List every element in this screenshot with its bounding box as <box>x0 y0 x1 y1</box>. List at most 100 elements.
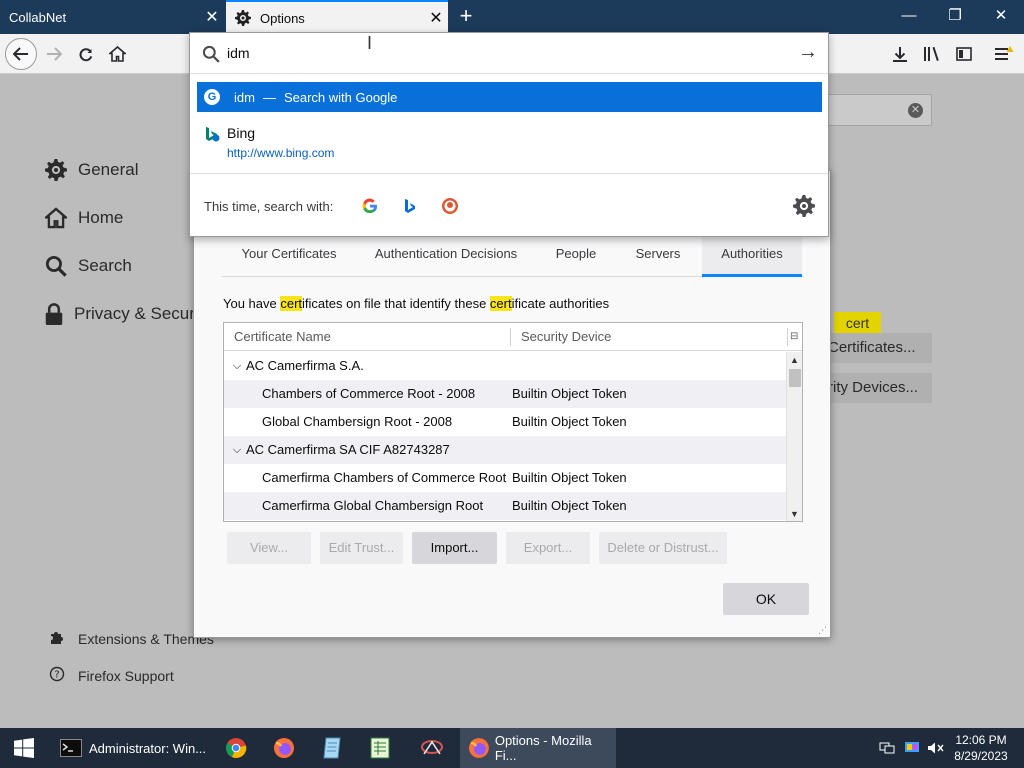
certificate-tree[interactable]: Certificate Name Security Device ⊟ ⌵ AC C… <box>223 322 803 522</box>
column-separator[interactable] <box>510 328 511 346</box>
sidebar-icon <box>956 47 972 61</box>
table-row[interactable]: Chambers of Commerce Root - 2008 Builtin … <box>224 380 786 408</box>
certificate-name-cell: Chambers of Commerce Root - 2008 <box>262 386 476 401</box>
go-arrow-icon[interactable]: → <box>798 41 818 64</box>
window-close-button[interactable]: ✕ <box>978 0 1024 34</box>
downloads-button[interactable] <box>886 40 914 68</box>
search-suggestion-bing[interactable]: Bing http://www.bing.com <box>204 123 804 165</box>
tab-authorities[interactable]: Authorities <box>702 235 802 277</box>
gear-icon <box>234 9 252 27</box>
security-device-cell: Builtin Object Token <box>512 386 627 401</box>
google-icon[interactable] <box>360 196 380 216</box>
reload-button[interactable] <box>72 40 100 68</box>
find-in-options-input[interactable]: ✕ <box>820 94 932 126</box>
column-picker-icon[interactable]: ⊟ <box>790 323 798 351</box>
table-row[interactable]: Camerfirma Chambers of Commerce Root Buil… <box>224 464 786 492</box>
tree-group-row[interactable]: ⌵ AC Camerfirma S.A. <box>224 352 786 380</box>
gear-icon[interactable] <box>793 195 815 217</box>
notepad-icon <box>323 737 341 759</box>
volume-muted-icon[interactable] <box>926 728 946 768</box>
column-security-device[interactable]: Security Device <box>521 323 611 351</box>
sidebar-item-home[interactable]: Home <box>44 206 123 230</box>
ok-button[interactable]: OK <box>723 583 809 615</box>
certificate-name-cell: Camerfirma Chambers of Commerce Root <box>262 470 507 485</box>
chevron-down-icon[interactable]: ⌵ <box>230 436 244 464</box>
tab-servers[interactable]: Servers <box>616 235 700 277</box>
back-button[interactable] <box>5 38 37 70</box>
forward-button[interactable] <box>40 40 68 68</box>
taskbar-network-tool[interactable] <box>410 728 454 768</box>
urlbar-text: idm <box>227 45 250 61</box>
home-icon <box>44 206 68 230</box>
clock-time: 12:06 PM <box>955 733 1007 747</box>
scroll-up-icon[interactable]: ▲ <box>787 352 802 368</box>
minimize-button[interactable]: — <box>886 0 932 34</box>
close-icon[interactable]: ✕ <box>424 8 448 28</box>
scroll-thumb[interactable] <box>789 369 801 387</box>
svg-text:?: ? <box>54 670 59 681</box>
home-button[interactable] <box>103 40 131 68</box>
tab-people[interactable]: People <box>536 235 616 277</box>
taskbar-spreadsheet[interactable] <box>358 728 402 768</box>
tab-options[interactable]: Options ✕ <box>226 0 448 34</box>
puzzle-icon <box>48 629 66 648</box>
sidebar-item-general[interactable]: General <box>44 158 138 182</box>
tree-group-row[interactable]: ⌵ AC Camerfirma SA CIF A82743287 <box>224 436 786 464</box>
maximize-button[interactable]: ❐ <box>932 0 978 34</box>
security-device-cell: Builtin Object Token <box>512 498 627 513</box>
delete-or-distrust-button[interactable]: Delete or Distrust... <box>599 532 727 564</box>
table-body: ⌵ AC Camerfirma S.A. Chambers of Commerce … <box>224 352 786 520</box>
column-certificate-name[interactable]: Certificate Name <box>234 323 331 351</box>
import-button[interactable]: Import... <box>412 532 497 564</box>
taskbar-cmd-window[interactable]: Administrator: Win... <box>52 728 208 768</box>
taskbar-notepad[interactable] <box>310 728 354 768</box>
taskbar-chrome[interactable] <box>214 728 258 768</box>
close-icon[interactable]: ✕ <box>200 7 224 27</box>
sidebar-item-search[interactable]: Search <box>44 254 132 278</box>
new-tab-button[interactable]: + <box>452 4 480 30</box>
tab-authentication-decisions[interactable]: Authentication Decisions <box>356 235 536 277</box>
tab-your-certificates[interactable]: Your Certificates <box>222 235 356 277</box>
one-off-search-label: This time, search with: <box>204 199 334 214</box>
security-devices-button[interactable]: rity Devices... <box>828 373 932 403</box>
menu-button[interactable] <box>990 40 1018 68</box>
taskbar-firefox-window[interactable]: Options - Mozilla Fi... <box>460 728 616 768</box>
bing-icon <box>206 127 220 142</box>
sidebar-button[interactable] <box>950 40 978 68</box>
duckduckgo-icon[interactable] <box>440 196 460 216</box>
network-icon[interactable] <box>878 728 896 768</box>
sidebar-item-extensions[interactable]: Extensions & Themes <box>48 629 214 648</box>
resize-grip-icon[interactable]: ⋰ <box>818 625 828 635</box>
view-certificates-button[interactable]: Certificates... <box>828 333 932 363</box>
sidebar-item-support[interactable]: ? Firefox Support <box>48 666 174 685</box>
export-button[interactable]: Export... <box>506 532 590 564</box>
table-row[interactable]: Camerfirma Global Chambersign Root Builti… <box>224 492 786 520</box>
sidebar-item-label: General <box>78 160 139 179</box>
display-icon[interactable] <box>902 728 922 768</box>
sidebar-item-privacy[interactable]: Privacy & Security <box>44 302 196 326</box>
urlbar-input[interactable]: idm I → <box>190 33 828 74</box>
table-row[interactable]: Global Chambersign Root - 2008 Builtin Ob… <box>224 408 786 436</box>
spreadsheet-icon <box>370 737 390 759</box>
google-icon: G <box>204 89 220 105</box>
view-button[interactable]: View... <box>227 532 311 564</box>
table-scrollbar[interactable]: ▲ ▼ <box>786 352 802 521</box>
taskbar-firefox[interactable] <box>262 728 306 768</box>
edit-trust-button[interactable]: Edit Trust... <box>320 532 403 564</box>
view-certificates-label: Certificates... <box>828 339 916 356</box>
chevron-down-icon[interactable]: ⌵ <box>230 352 244 380</box>
column-separator[interactable] <box>787 328 788 346</box>
scroll-down-icon[interactable]: ▼ <box>787 506 802 521</box>
search-suggestion-google[interactable]: G idm — Search with Google <box>197 82 822 112</box>
suggestion-term: idm <box>234 89 255 105</box>
lock-icon <box>44 302 64 326</box>
clear-search-icon[interactable]: ✕ <box>908 103 923 118</box>
sidebar-item-label: Home <box>78 208 124 227</box>
certificate-name-cell: Global Chambersign Root - 2008 <box>262 414 453 429</box>
bing-icon[interactable] <box>400 196 420 216</box>
start-button[interactable] <box>0 728 48 768</box>
tab-collabnet[interactable]: CollabNet ✕ <box>0 0 224 34</box>
system-clock[interactable]: 12:06 PM 8/29/2023 <box>946 732 1016 764</box>
library-button[interactable] <box>918 40 946 68</box>
security-device-cell: Builtin Object Token <box>512 470 627 485</box>
